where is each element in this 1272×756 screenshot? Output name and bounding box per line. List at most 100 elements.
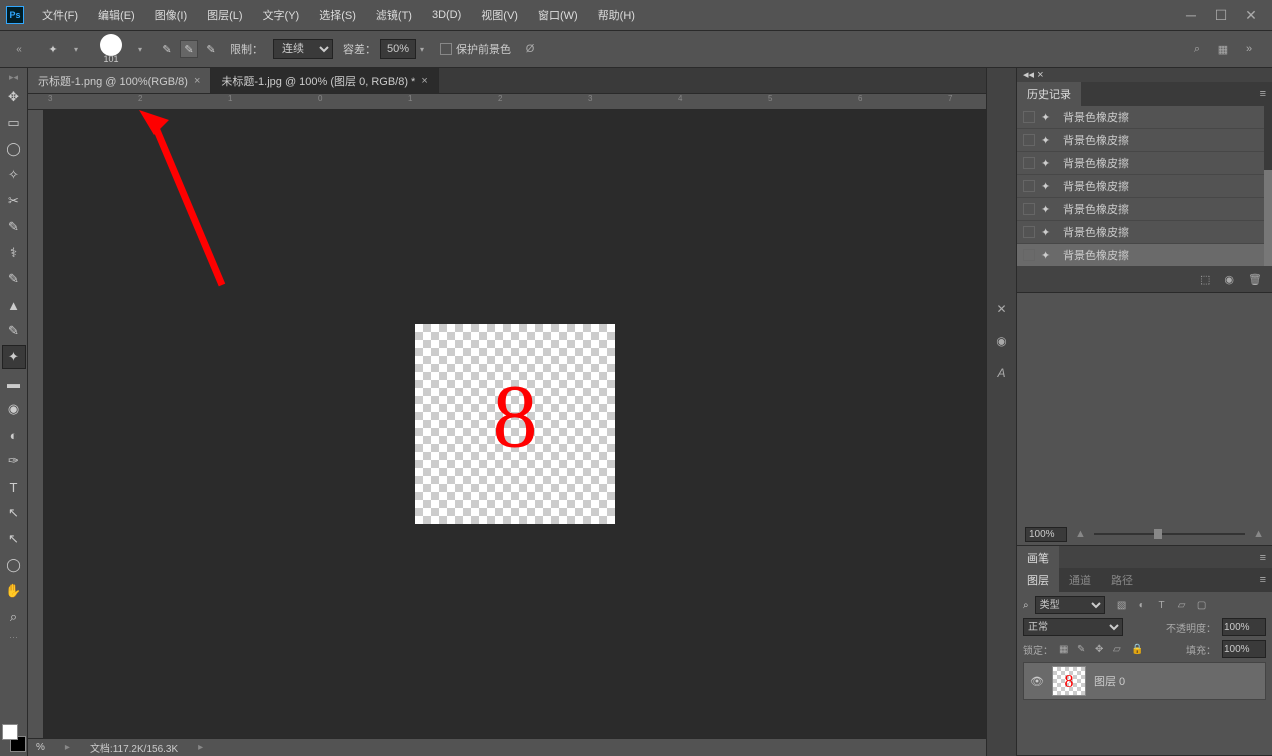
lasso-tool[interactable]: ◯ [2,137,26,161]
healing-tool[interactable]: ⚕ [2,241,26,265]
zoom-tool[interactable]: ⌕ [2,605,26,629]
maximize-button[interactable]: ☐ [1206,5,1236,25]
history-item[interactable]: ✦背景色橡皮擦 [1017,152,1272,175]
zoom-in-icon[interactable]: ▲ [1253,528,1264,540]
history-tab[interactable]: 历史记录 [1017,82,1081,106]
blend-mode-select[interactable]: 正常 [1023,618,1123,636]
search-icon[interactable]: ⌕ [1188,40,1206,58]
tool-indicator-icon[interactable]: ✦ [42,38,64,60]
minimize-button[interactable]: ─ [1176,5,1206,25]
collapsed-panel-1-icon[interactable]: ✕ [991,298,1013,320]
sampling-swatch-icon[interactable]: ✎ [202,40,220,58]
lock-position-icon[interactable]: ✥ [1095,644,1107,655]
menu-item[interactable]: 窗口(W) [528,3,588,27]
toolbar-handle-icon[interactable]: ▸◂ [2,70,26,84]
camera-icon[interactable]: ◉ [1224,273,1234,286]
lock-all-icon[interactable]: 🔒 [1131,644,1143,655]
brush-preview[interactable]: 101 [94,34,128,64]
toolbar-more-icon[interactable]: ⋯ [2,630,26,644]
protect-fg-checkbox[interactable]: 保护前景色 [440,41,511,57]
panels-close-icon[interactable]: × [1037,69,1043,81]
lock-artboard-icon[interactable]: ▱ [1113,644,1125,655]
menu-item[interactable]: 视图(V) [471,3,528,27]
brush-menu-icon[interactable]: ≡ [1254,552,1272,564]
direct-select-tool[interactable]: ↖ [2,527,26,551]
menu-item[interactable]: 文字(Y) [253,3,310,27]
fill-input[interactable] [1222,640,1266,658]
menu-item[interactable]: 3D(D) [422,5,471,25]
eraser-tool[interactable]: ✦ [2,345,26,369]
sampling-once-icon[interactable]: ✎ [180,40,198,58]
channels-tab[interactable]: 通道 [1059,568,1101,592]
tab-close-icon[interactable]: × [194,75,200,87]
zoom-slider[interactable] [1094,533,1245,535]
crop-tool[interactable]: ✂ [2,189,26,213]
status-doc-size[interactable]: 文档:117.2K/156.3K [90,740,178,755]
type-tool[interactable]: T [2,475,26,499]
layer-thumbnail[interactable]: 8 [1052,666,1086,696]
tolerance-dropdown-icon[interactable]: ▾ [420,45,430,54]
history-item[interactable]: ✦背景色橡皮擦 [1017,175,1272,198]
status-zoom[interactable]: % [36,742,45,753]
history-menu-icon[interactable]: ≡ [1254,88,1272,100]
history-scrollbar[interactable] [1264,106,1272,266]
collapsed-panel-3-icon[interactable]: A [991,362,1013,384]
filter-shape-icon[interactable]: ▱ [1175,598,1189,612]
menu-item[interactable]: 编辑(E) [88,3,145,27]
limit-select[interactable]: 连续 [273,39,333,59]
layer-row[interactable]: 👁 8 图层 0 [1023,662,1266,700]
history-item[interactable]: ✦背景色橡皮擦 [1017,129,1272,152]
fg-color-swatch[interactable] [2,724,18,740]
history-brush-tool[interactable]: ✎ [2,319,26,343]
navigator-zoom-value[interactable]: 100% [1025,527,1067,542]
dodge-tool[interactable]: ◐ [2,423,26,447]
menu-item[interactable]: 滤镜(T) [366,3,422,27]
layers-menu-icon[interactable]: ≡ [1254,574,1272,586]
sampling-continuous-icon[interactable]: ✎ [158,40,176,58]
filter-smart-icon[interactable]: ▢ [1195,598,1209,612]
layers-tab[interactable]: 图层 [1017,568,1059,592]
menu-item[interactable]: 选择(S) [309,3,366,27]
close-button[interactable]: ✕ [1236,5,1266,25]
menu-item[interactable]: 图像(I) [145,3,197,27]
expand-icon[interactable]: » [1240,40,1258,58]
status-doc-menu-icon[interactable]: ▸ [198,742,203,753]
document-tab[interactable]: 未标题-1.jpg @ 100% (图层 0, RGB/8) *× [211,68,438,93]
canvas[interactable]: 8 [415,324,615,524]
filter-adjust-icon[interactable]: ◐ [1135,598,1149,612]
filter-pixel-icon[interactable]: ▧ [1115,598,1129,612]
filter-type-icon[interactable]: T [1155,598,1169,612]
shape-tool[interactable]: ◯ [2,553,26,577]
pressure-icon[interactable]: Ø [521,40,539,58]
brush-tool[interactable]: ✎ [2,267,26,291]
lock-brush-icon[interactable]: ✎ [1077,644,1089,655]
arrange-icon[interactable]: ▦ [1214,40,1232,58]
stamp-tool[interactable]: ▲ [2,293,26,317]
lock-pixels-icon[interactable]: ▦ [1059,644,1071,655]
brush-tab[interactable]: 画笔 [1017,546,1059,570]
layer-filter-kind[interactable]: 类型 [1035,596,1105,614]
pen-tool[interactable]: ✑ [2,449,26,473]
hand-tool[interactable]: ✋ [2,579,26,603]
brush-dropdown-icon[interactable]: ▾ [138,45,148,54]
history-item[interactable]: ✦背景色橡皮擦 [1017,221,1272,244]
history-item[interactable]: ✦背景色橡皮擦 [1017,106,1272,129]
visibility-icon[interactable]: 👁 [1030,675,1044,688]
new-snapshot-icon[interactable]: ⬚ [1200,273,1210,286]
panels-collapse[interactable]: ◂◂ × [1017,68,1272,82]
move-tool[interactable]: ✥ [2,85,26,109]
gradient-tool[interactable]: ▬ [2,371,26,395]
status-zoom-menu-icon[interactable]: ▸ [65,742,70,753]
menu-item[interactable]: 帮助(H) [588,3,645,27]
layer-name[interactable]: 图层 0 [1094,673,1125,689]
tab-close-icon[interactable]: × [421,75,427,87]
tolerance-value[interactable]: 50% [380,39,416,59]
menu-item[interactable]: 图层(L) [197,3,252,27]
color-swatches[interactable] [2,724,26,752]
collapsed-panel-2-icon[interactable]: ◉ [991,330,1013,352]
menu-item[interactable]: 文件(F) [32,3,88,27]
paths-tab[interactable]: 路径 [1101,568,1143,592]
path-tool[interactable]: ↖ [2,501,26,525]
canvas-viewport[interactable]: 8 [44,110,986,738]
history-item[interactable]: ✦背景色橡皮擦 [1017,244,1272,266]
